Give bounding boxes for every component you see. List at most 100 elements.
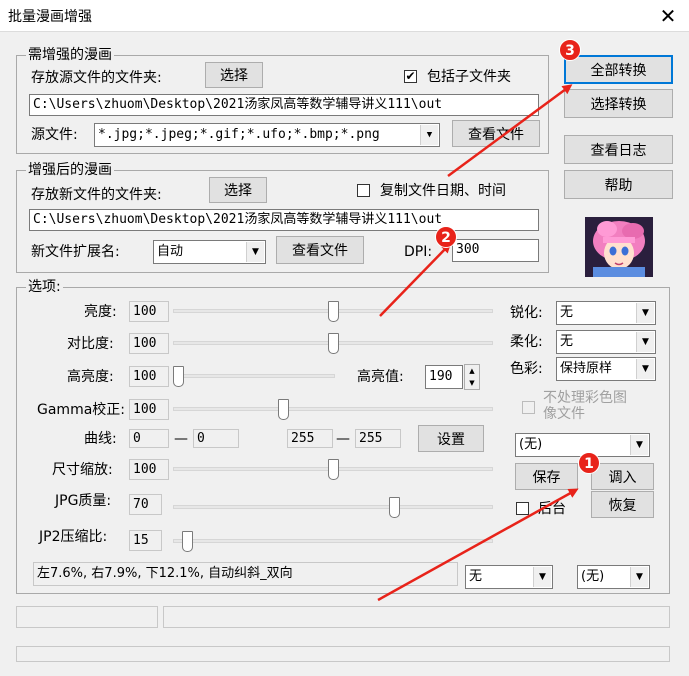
dpi-label: DPI:	[404, 244, 433, 260]
progress-bar	[16, 646, 670, 662]
curve-label: 曲线:	[84, 431, 117, 447]
soften-label: 柔化:	[510, 334, 543, 350]
resize-value: 100	[129, 459, 169, 480]
brightness-value: 100	[129, 301, 169, 322]
annotation-badge-1: 1	[578, 452, 600, 474]
copy-date-label: 复制文件日期、时间	[380, 183, 506, 199]
jp2-slider-thumb[interactable]	[182, 531, 194, 552]
highlight-label: 高亮度:	[67, 369, 114, 385]
source-file-types-label: 源文件:	[31, 127, 78, 143]
highlight-slider-thumb[interactable]	[173, 366, 184, 387]
options-group-label: 选项:	[26, 279, 63, 295]
source-group-label: 需增强的漫画	[26, 47, 114, 63]
jp2-slider-track[interactable]	[173, 539, 493, 543]
bottom-combo-2-value: (无)	[581, 569, 605, 584]
curve-input-b[interactable]: 0	[193, 429, 239, 448]
resize-label: 尺寸缩放:	[52, 462, 113, 478]
target-view-files-button[interactable]: 查看文件	[276, 236, 364, 264]
curve-input-d[interactable]: 255	[355, 429, 401, 448]
highlight-value: 100	[129, 366, 169, 387]
chevron-down-icon[interactable]: ▼	[636, 303, 654, 323]
skip-color-label-line2: 像文件	[543, 406, 585, 422]
new-ext-value: 自动	[157, 244, 184, 259]
curve-input-a[interactable]: 0	[129, 429, 169, 448]
chevron-down-icon[interactable]: ▼	[630, 567, 648, 587]
highlight-slider-track[interactable]	[173, 374, 335, 378]
sharpen-combo[interactable]: 无 ▼	[556, 301, 656, 325]
curve-dash-2: —	[336, 431, 350, 447]
avatar	[585, 217, 653, 277]
target-folder-label: 存放新文件的文件夹:	[31, 187, 162, 203]
source-file-types-value: *.jpg;*.jpeg;*.gif;*.ufo;*.bmp;*.png	[98, 127, 380, 142]
highlight-threshold-input[interactable]: 190	[425, 365, 463, 389]
curve-input-c[interactable]: 255	[287, 429, 333, 448]
copy-date-checkbox[interactable]	[357, 184, 370, 197]
close-icon[interactable]: ✕	[656, 4, 680, 28]
highlight-threshold-label: 高亮值:	[357, 369, 404, 385]
chevron-down-icon[interactable]: ▼	[420, 125, 438, 145]
source-view-files-button[interactable]: 查看文件	[452, 120, 540, 147]
title-bar: 批量漫画增强 ✕	[0, 0, 689, 32]
chevron-down-icon[interactable]: ▼	[246, 242, 264, 262]
include-subfolders-label: 包括子文件夹	[427, 69, 511, 85]
source-folder-label: 存放源文件的文件夹:	[31, 70, 162, 86]
sharpen-value: 无	[560, 305, 574, 320]
contrast-slider-thumb[interactable]	[327, 333, 339, 354]
jpg-quality-slider-track[interactable]	[173, 505, 493, 509]
brightness-slider-thumb[interactable]	[327, 301, 339, 322]
chevron-down-icon[interactable]: ▼	[636, 359, 654, 379]
jpg-quality-label: JPG质量:	[55, 493, 112, 509]
background-checkbox[interactable]	[516, 502, 529, 515]
bottom-combo-1-value: 无	[469, 569, 483, 584]
target-folder-path-input[interactable]: C:\Users\zhuom\Desktop\2021汤家凤高等数学辅导讲义11…	[29, 209, 539, 231]
contrast-value: 100	[129, 333, 169, 354]
jpg-quality-value: 70	[129, 494, 162, 515]
color-label: 色彩:	[510, 361, 543, 377]
status-pane-right	[163, 606, 670, 628]
target-group-label: 增强后的漫画	[26, 162, 114, 178]
gamma-slider-thumb[interactable]	[278, 399, 290, 420]
background-label: 后台	[538, 501, 566, 517]
color-combo[interactable]: 保持原样 ▼	[556, 357, 656, 381]
source-select-button[interactable]: 选择	[205, 62, 263, 88]
anime-avatar-icon	[585, 217, 653, 277]
soften-combo[interactable]: 无 ▼	[556, 330, 656, 354]
skip-color-checkbox[interactable]	[522, 401, 535, 414]
new-ext-label: 新文件扩展名:	[31, 244, 120, 260]
source-file-types-combo[interactable]: *.jpg;*.jpeg;*.gif;*.ufo;*.bmp;*.png ▼	[94, 123, 440, 147]
include-subfolders-checkbox[interactable]: ✔	[404, 70, 417, 83]
load-preset-button[interactable]: 调入	[591, 463, 654, 490]
gamma-value: 100	[129, 399, 169, 420]
help-button[interactable]: 帮助	[564, 170, 673, 199]
jp2-value: 15	[129, 530, 162, 551]
status-pane-left	[16, 606, 158, 628]
dpi-input[interactable]: 300	[452, 239, 539, 262]
crop-status-field: 左7.6%, 右7.9%, 下12.1%, 自动纠斜_双向	[33, 562, 458, 586]
chevron-down-icon[interactable]: ▼	[533, 567, 551, 587]
annotation-badge-3: 3	[559, 39, 581, 61]
jpg-quality-slider-thumb[interactable]	[389, 497, 401, 518]
soften-value: 无	[560, 334, 574, 349]
gamma-slider-track[interactable]	[173, 407, 493, 411]
new-ext-combo[interactable]: 自动 ▼	[153, 240, 266, 264]
source-folder-path-input[interactable]: C:\Users\zhuom\Desktop\2021汤家凤高等数学辅导讲义11…	[29, 94, 539, 116]
view-log-button[interactable]: 查看日志	[564, 135, 673, 164]
target-select-button[interactable]: 选择	[209, 177, 267, 203]
bottom-combo-2[interactable]: (无) ▼	[577, 565, 650, 589]
resize-slider-thumb[interactable]	[327, 459, 339, 480]
contrast-label: 对比度:	[67, 336, 114, 352]
chevron-down-icon[interactable]: ▼	[630, 435, 648, 455]
highlight-threshold-spinner[interactable]: ▲ ▼	[464, 364, 480, 390]
convert-selected-button[interactable]: 选择转换	[564, 89, 673, 118]
jp2-label: JP2压缩比:	[39, 529, 108, 545]
curve-settings-button[interactable]: 设置	[418, 425, 484, 452]
bottom-combo-1[interactable]: 无 ▼	[465, 565, 553, 589]
convert-all-button[interactable]: 全部转换	[564, 55, 673, 84]
annotation-badge-2: 2	[435, 226, 457, 248]
restore-button[interactable]: 恢复	[591, 491, 654, 518]
brightness-label: 亮度:	[84, 304, 117, 320]
save-preset-button[interactable]: 保存	[515, 463, 578, 490]
chevron-down-icon[interactable]: ▼	[636, 332, 654, 352]
sharpen-label: 锐化:	[510, 305, 543, 321]
curve-dash-1: —	[174, 431, 188, 447]
